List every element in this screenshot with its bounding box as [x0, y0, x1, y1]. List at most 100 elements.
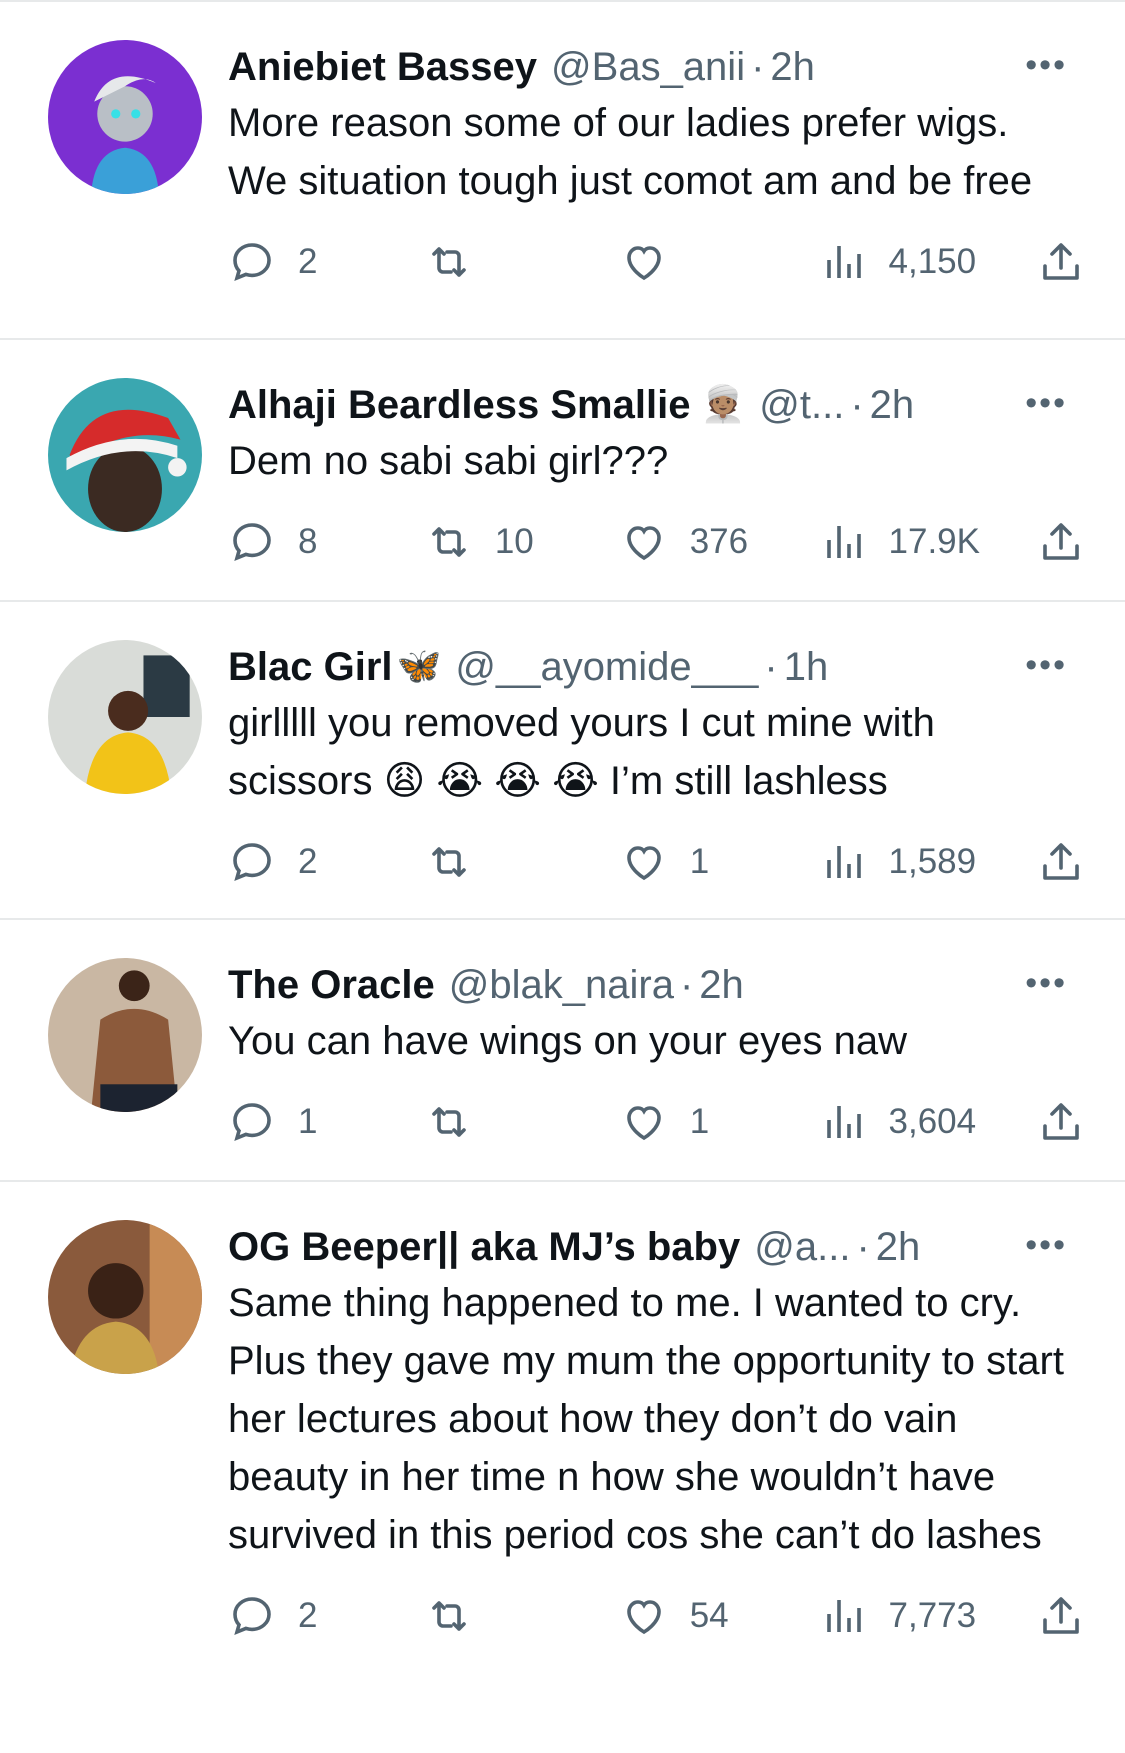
views-button[interactable]: 3,604: [819, 1098, 1037, 1146]
like-button[interactable]: [620, 238, 819, 286]
views-chart-icon: [826, 846, 861, 878]
timestamp[interactable]: 2h: [876, 1222, 921, 1272]
retweet-icon: [432, 1601, 466, 1631]
reply-icon: [233, 1103, 271, 1142]
action-bar: 2 54 7,773: [228, 1586, 1085, 1646]
like-button[interactable]: 54: [620, 1592, 819, 1640]
action-bar: 8 10 376 17.9K: [228, 512, 1085, 572]
views-button[interactable]: 7,773: [819, 1592, 1037, 1640]
reply-count: 1: [298, 1102, 318, 1141]
reply-count: 2: [298, 842, 318, 881]
like-count: 54: [689, 1596, 729, 1635]
retweet-icon: [432, 247, 466, 277]
reply-icon: [233, 523, 271, 562]
like-count: 1: [689, 1102, 710, 1141]
separator: ·: [751, 45, 765, 89]
share-icon: [1043, 1597, 1079, 1634]
reply-button[interactable]: 2: [228, 1592, 425, 1640]
tweet-header: The Oracle @blak_naira · 2h: [228, 960, 1085, 1010]
action-bar: 2 1 1,589: [228, 832, 1085, 892]
reply-count: 2: [298, 242, 318, 281]
share-icon: [1043, 1103, 1079, 1140]
views-button[interactable]: 1,589: [819, 838, 1037, 886]
tweet-text: You can have wings on your eyes naw: [228, 1019, 907, 1063]
author-handle[interactable]: @t...: [759, 380, 844, 430]
reply-button[interactable]: 2: [228, 238, 425, 286]
share-icon: [1043, 843, 1079, 880]
retweet-icon: [432, 527, 466, 557]
reply-button[interactable]: 2: [228, 838, 425, 886]
name-emoji: 👳🏽: [700, 384, 746, 425]
share-icon: [1043, 523, 1079, 560]
views-chart-icon: [826, 1106, 861, 1138]
views-count: 4,150: [888, 242, 977, 281]
share-icon: [1043, 243, 1079, 280]
author-name[interactable]: Alhaji Beardless Smallie: [228, 380, 690, 430]
timestamp[interactable]: 1h: [784, 642, 829, 692]
tweet-header: Blac Girl 🦋 @__ayomide___ · 1h: [228, 642, 1085, 692]
reply-button[interactable]: 8: [228, 518, 425, 566]
views-button[interactable]: 17.9K: [819, 518, 1037, 566]
heart-icon: [626, 246, 661, 281]
share-button[interactable]: [1037, 1098, 1085, 1146]
retweet-icon: [432, 847, 466, 877]
retweet-button[interactable]: 10: [425, 518, 620, 566]
reply-count: 2: [298, 1596, 318, 1635]
author-name[interactable]: Blac Girl: [228, 642, 393, 692]
more-options-icon[interactable]: •••: [1025, 48, 1067, 82]
reply-count: 8: [298, 522, 318, 561]
like-button[interactable]: 1: [620, 838, 819, 886]
share-button[interactable]: [1037, 238, 1085, 286]
more-options-icon[interactable]: •••: [1025, 1228, 1067, 1262]
like-count: 376: [689, 522, 749, 561]
tweet-header: Alhaji Beardless Smallie 👳🏽 @t... · 2h: [228, 380, 1085, 430]
separator: ·: [764, 645, 778, 689]
avatar[interactable]: [48, 378, 202, 532]
more-options-icon[interactable]: •••: [1025, 648, 1067, 682]
timestamp[interactable]: 2h: [870, 380, 915, 430]
tweet-text: More reason some of our ladies prefer wi…: [228, 101, 1033, 203]
like-count: 1: [689, 842, 710, 881]
author-name[interactable]: Aniebiet Bassey: [228, 42, 537, 92]
replies-feed: ••• Aniebiet Bassey @Bas_anii · 2h More …: [0, 0, 1125, 1753]
tweet-text: Same thing happened to me. I wanted to c…: [228, 1281, 1064, 1557]
retweet-button[interactable]: [425, 838, 620, 886]
views-button[interactable]: 4,150: [819, 238, 1037, 286]
author-handle[interactable]: @Bas_anii: [551, 42, 745, 92]
heart-icon: [626, 1600, 661, 1635]
retweet-count: 10: [494, 522, 534, 561]
views-count: 1,589: [888, 842, 977, 881]
avatar[interactable]: [48, 40, 202, 194]
author-name[interactable]: The Oracle: [228, 960, 435, 1010]
tweet[interactable]: ••• Aniebiet Bassey @Bas_anii · 2h More …: [0, 0, 1125, 340]
retweet-button[interactable]: [425, 1098, 620, 1146]
more-options-icon[interactable]: •••: [1025, 966, 1067, 1000]
tweet[interactable]: ••• Blac Girl 🦋 @__ayomide___ · 1h girll…: [0, 602, 1125, 920]
more-options-icon[interactable]: •••: [1025, 386, 1067, 420]
reply-button[interactable]: 1: [228, 1098, 425, 1146]
author-handle[interactable]: @__ayomide___: [455, 642, 758, 692]
like-button[interactable]: 1: [620, 1098, 819, 1146]
tweet[interactable]: ••• OG Beeper|| aka MJ’s baby @a... · 2h…: [0, 1182, 1125, 1753]
share-button[interactable]: [1037, 1592, 1085, 1640]
timestamp[interactable]: 2h: [770, 42, 815, 92]
retweet-button[interactable]: [425, 1592, 620, 1640]
timestamp[interactable]: 2h: [699, 960, 744, 1010]
tweet-text: Dem no sabi sabi girl???: [228, 439, 669, 483]
avatar[interactable]: [48, 1220, 202, 1374]
author-handle[interactable]: @blak_naira: [449, 960, 674, 1010]
tweet[interactable]: ••• Alhaji Beardless Smallie 👳🏽 @t... · …: [0, 340, 1125, 602]
views-count: 7,773: [888, 1596, 977, 1635]
retweet-button[interactable]: [425, 238, 620, 286]
retweet-icon: [432, 1107, 466, 1137]
avatar[interactable]: [48, 640, 202, 794]
like-button[interactable]: 376: [620, 518, 819, 566]
share-button[interactable]: [1037, 838, 1085, 886]
tweet[interactable]: ••• The Oracle @blak_naira · 2h You can …: [0, 920, 1125, 1182]
author-name[interactable]: OG Beeper|| aka MJ’s baby: [228, 1222, 740, 1272]
name-emoji: 🦋: [396, 646, 442, 687]
author-handle[interactable]: @a...: [754, 1222, 850, 1272]
avatar[interactable]: [48, 958, 202, 1112]
views-count: 17.9K: [888, 522, 980, 561]
share-button[interactable]: [1037, 518, 1085, 566]
